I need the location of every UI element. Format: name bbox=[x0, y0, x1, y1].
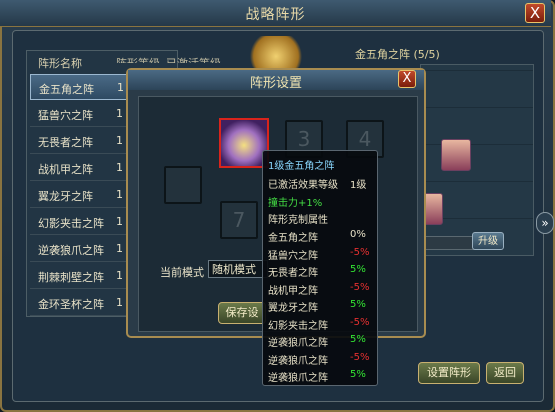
formation-name: 金环圣杯之阵 bbox=[38, 298, 104, 311]
formation-level: 1 bbox=[116, 188, 123, 201]
formation-level: 1 bbox=[116, 296, 123, 309]
formation-slot[interactable] bbox=[164, 166, 202, 204]
upgrade-button[interactable]: 升级 bbox=[472, 232, 504, 250]
formation-name: 荆棘刺壁之阵 bbox=[38, 271, 104, 284]
counter-value: 5% bbox=[350, 299, 366, 310]
back-button[interactable]: 返回 bbox=[486, 362, 524, 384]
header-name: 阵形名称 bbox=[38, 57, 82, 70]
formation-level: 1 bbox=[116, 134, 123, 147]
formation-name: 无畏者之阵 bbox=[38, 136, 93, 149]
formation-level: 1 bbox=[116, 107, 123, 120]
mode-select[interactable]: 随机模式 bbox=[208, 260, 268, 278]
formation-level: 1 bbox=[116, 242, 123, 255]
progress-bar bbox=[420, 236, 480, 250]
set-formation-button[interactable]: 设置阵形 bbox=[418, 362, 480, 384]
formation-name: 金五角之阵 bbox=[39, 83, 94, 96]
tooltip-counter-title: 阵形克制属性 bbox=[268, 215, 328, 226]
formation-level: 1 bbox=[117, 81, 124, 94]
tooltip-title: 1级金五角之阵 bbox=[268, 161, 335, 172]
counter-formation-name: 逆袭狼爪之阵 bbox=[268, 373, 328, 384]
formation-name: 翼龙牙之阵 bbox=[38, 190, 93, 203]
dialog-title: 阵形设置 bbox=[249, 76, 302, 91]
counter-value: -5% bbox=[350, 316, 370, 328]
mode-label: 当前模式 bbox=[160, 266, 204, 279]
formation-detail-grid bbox=[420, 64, 534, 256]
counter-formation-name: 战机甲之阵 bbox=[268, 285, 318, 297]
counter-value: -5% bbox=[350, 281, 370, 293]
counter-value: 0% bbox=[350, 229, 366, 240]
formation-name: 幻影夹击之阵 bbox=[38, 217, 104, 230]
emblem-icon bbox=[245, 36, 307, 70]
hero-portrait[interactable] bbox=[423, 193, 443, 225]
window-title: 战略阵形 bbox=[245, 7, 306, 23]
counter-value: 5% bbox=[350, 334, 366, 345]
formation-slot[interactable]: 7 bbox=[220, 201, 258, 239]
tooltip-level-label: 已激活效果等级 bbox=[268, 180, 338, 191]
counter-value: -5% bbox=[350, 351, 370, 363]
counter-formation-name: 无畏者之阵 bbox=[268, 268, 318, 279]
tooltip-level-value: 1级 bbox=[350, 180, 367, 191]
formation-name: 战机甲之阵 bbox=[38, 163, 93, 176]
counter-formation-name: 翼龙牙之阵 bbox=[268, 303, 318, 314]
formation-detail-title: 金五角之阵 (5/5) bbox=[355, 48, 440, 61]
counter-value: -5% bbox=[350, 246, 370, 258]
counter-formation-name: 逆袭狼爪之阵 bbox=[268, 355, 328, 367]
counter-formation-name: 逆袭狼爪之阵 bbox=[268, 338, 328, 349]
formation-level: 1 bbox=[116, 215, 123, 228]
formation-level: 1 bbox=[116, 161, 123, 174]
dialog-close-button[interactable]: X bbox=[398, 70, 416, 88]
formation-name: 猛兽穴之阵 bbox=[38, 109, 93, 122]
counter-formation-name: 猛兽穴之阵 bbox=[268, 250, 318, 262]
counter-value: 5% bbox=[350, 264, 366, 275]
counter-formation-name: 幻影夹击之阵 bbox=[268, 320, 328, 332]
tooltip-attack-bonus: 撞击力+1% bbox=[268, 198, 323, 209]
counter-formation-name: 金五角之阵 bbox=[268, 233, 318, 244]
counter-value: 5% bbox=[350, 369, 366, 380]
hero-portrait[interactable] bbox=[441, 139, 471, 171]
expand-arrow-icon[interactable]: » bbox=[536, 212, 554, 234]
save-settings-button[interactable]: 保存设 bbox=[218, 302, 266, 324]
formation-level: 1 bbox=[116, 269, 123, 282]
formation-name: 逆袭狼爪之阵 bbox=[38, 244, 104, 257]
close-button[interactable]: X bbox=[525, 3, 545, 23]
